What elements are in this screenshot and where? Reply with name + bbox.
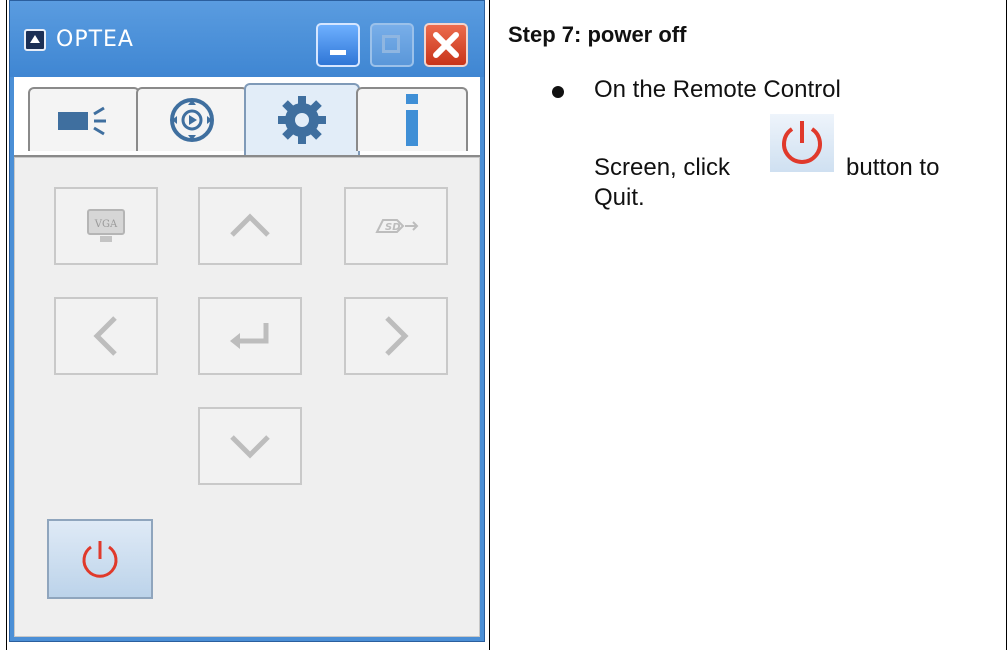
arrow-right-icon [385, 316, 409, 356]
arrow-up-icon [230, 213, 270, 237]
arrow-up-button[interactable] [198, 187, 302, 265]
minimize-button[interactable] [316, 23, 360, 67]
table-border-left [6, 0, 7, 650]
close-button[interactable] [424, 23, 468, 67]
window-title: OPTEA [56, 27, 134, 52]
bullet-point [552, 86, 564, 98]
gear-icon [278, 96, 326, 144]
camera-icon [58, 106, 106, 136]
enter-button[interactable] [198, 297, 302, 375]
tab-settings[interactable] [244, 83, 360, 155]
table-border-right [1006, 0, 1007, 650]
vga-monitor-icon: VGA [87, 209, 125, 242]
playback-icon [170, 98, 214, 142]
tab-info[interactable] [356, 87, 468, 151]
power-icon [782, 121, 822, 164]
arrow-down-button[interactable] [198, 407, 302, 485]
arrow-left-icon [93, 316, 117, 356]
power-icon [82, 541, 118, 578]
maximize-button[interactable] [370, 23, 414, 67]
tab-playback[interactable] [136, 87, 248, 151]
info-icon [406, 94, 418, 146]
vga-label: VGA [94, 219, 118, 230]
enter-icon [230, 323, 269, 349]
instruction-line-2-end: button to [846, 154, 940, 181]
arrow-right-button[interactable] [344, 297, 448, 375]
title-bar[interactable]: OPTEA [10, 1, 484, 77]
power-button[interactable] [47, 519, 153, 599]
sd-label: SD [385, 222, 401, 233]
inline-power-icon [770, 114, 834, 172]
step-title: Step 7: power off [508, 22, 687, 47]
tab-camera[interactable] [28, 87, 140, 151]
table-border-divider [489, 0, 490, 650]
instruction-line-3: Quit. [594, 184, 645, 211]
optea-remote-window: OPTEA VGA SD [9, 0, 485, 642]
tab-bar [14, 77, 480, 157]
arrow-down-icon [230, 435, 270, 459]
close-icon [433, 32, 459, 58]
sd-button[interactable]: SD [344, 187, 448, 265]
app-logo-icon [24, 29, 46, 51]
instruction-line-2-start: Screen, click [594, 154, 731, 181]
sd-card-icon: SD [375, 219, 419, 233]
instruction-line-1: On the Remote Control [594, 76, 841, 103]
vga-button[interactable]: VGA [54, 187, 158, 265]
arrow-left-button[interactable] [54, 297, 158, 375]
